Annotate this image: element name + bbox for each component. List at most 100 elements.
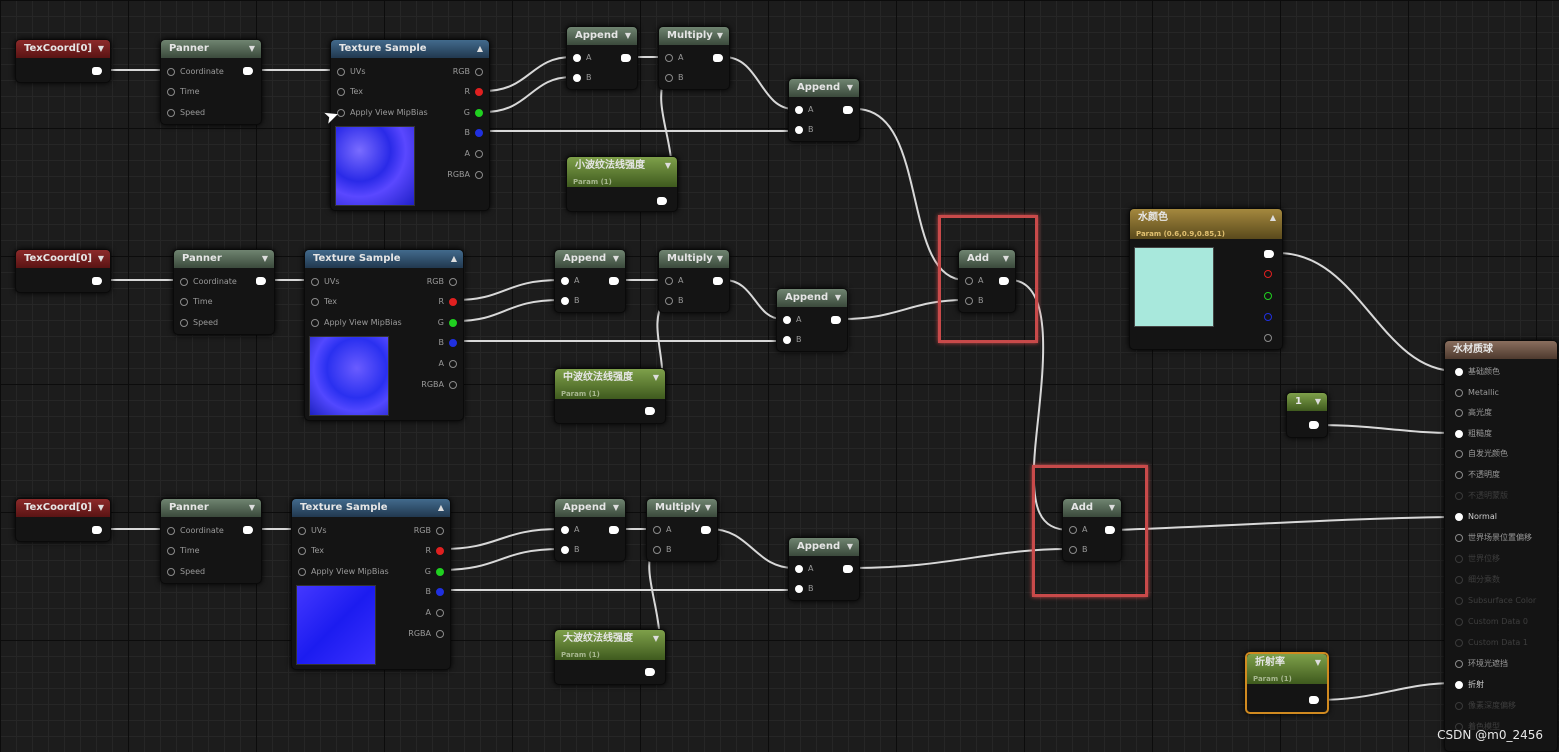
chevron-down-icon[interactable]: ▼: [1315, 393, 1321, 411]
pin-speed[interactable]: Speed: [180, 318, 218, 328]
pin-b[interactable]: B: [965, 296, 984, 306]
append-node-3b[interactable]: Append ▼ A B: [788, 537, 860, 601]
pin-b[interactable]: B: [653, 545, 672, 555]
pin-rgba[interactable]: RGBA: [421, 380, 457, 390]
pin-refraction[interactable]: 折射: [1455, 680, 1484, 690]
pin-time[interactable]: Time: [167, 546, 200, 556]
chevron-down-icon[interactable]: ▼: [705, 499, 711, 517]
chevron-down-icon[interactable]: ▼: [625, 27, 631, 45]
pin-tex[interactable]: Tex: [311, 297, 337, 307]
texcoord-node-2[interactable]: TexCoord[0] ▼: [15, 249, 111, 293]
output-pin[interactable]: [92, 67, 102, 75]
chevron-down-icon[interactable]: ▼: [717, 27, 723, 45]
pin-b[interactable]: B: [426, 587, 444, 597]
pin-a[interactable]: A: [561, 525, 579, 535]
output-pin[interactable]: [92, 277, 102, 285]
pin-speed[interactable]: Speed: [167, 108, 205, 118]
texture-sample-node-2[interactable]: Texture Sample ▲ UVs Tex Apply View MipBi…: [304, 249, 464, 421]
output-pin-a[interactable]: [1264, 333, 1277, 343]
pin-b[interactable]: B: [573, 73, 592, 83]
pin-uvs[interactable]: UVs: [311, 277, 340, 287]
collapse-arrow-icon[interactable]: ▲: [1270, 209, 1276, 227]
pin-opacity-mask[interactable]: 不透明蒙版: [1455, 491, 1508, 501]
pin-world-position-offset[interactable]: 世界场景位置偏移: [1455, 533, 1532, 543]
pin-custom-data-1[interactable]: Custom Data 1: [1455, 638, 1528, 648]
pin-uvs[interactable]: UVs: [337, 67, 366, 77]
output-pin[interactable]: [645, 668, 655, 676]
pin-normal[interactable]: Normal: [1455, 512, 1497, 522]
pin-base-color[interactable]: 基础颜色: [1455, 367, 1500, 377]
material-graph-canvas[interactable]: TexCoord[0] ▼ Panner ▼ Coordinate Time Spe…: [0, 0, 1559, 752]
pin-b[interactable]: B: [561, 545, 580, 555]
multiply-node-2[interactable]: Multiply ▼ A B: [658, 249, 730, 313]
texture-sample-node-1[interactable]: Texture Sample ▲ UVs Tex Apply View MipBi…: [330, 39, 490, 211]
pin-roughness[interactable]: 粗糙度: [1455, 429, 1492, 439]
output-pin[interactable]: [657, 197, 667, 205]
output-pin[interactable]: [843, 565, 853, 573]
texture-sample-node-3[interactable]: Texture Sample ▲ UVs Tex Apply View MipBi…: [291, 498, 451, 670]
material-output-node[interactable]: 水材质球 基础颜色 Metallic 高光度 粗糙度 自发光颜色 不透明度 不透…: [1444, 340, 1558, 752]
panner-node-2[interactable]: Panner ▼ Coordinate Time Speed: [173, 249, 275, 335]
pin-r[interactable]: R: [464, 87, 483, 97]
chevron-down-icon[interactable]: ▼: [653, 369, 659, 387]
multiply-node-1[interactable]: Multiply ▼ A B: [658, 26, 730, 90]
pin-a[interactable]: A: [573, 53, 591, 63]
pin-speed[interactable]: Speed: [167, 567, 205, 577]
param-large-ripple-normal-strength[interactable]: 大波纹法线强度 ▼ Param (1): [554, 629, 666, 685]
pin-b[interactable]: B: [1069, 545, 1088, 555]
pin-a[interactable]: A: [561, 276, 579, 286]
chevron-down-icon[interactable]: ▼: [98, 499, 104, 517]
append-node-3a[interactable]: Append ▼ A B: [554, 498, 626, 562]
output-pin-g[interactable]: [1264, 291, 1277, 301]
pin-tessellation-multiplier[interactable]: 细分乘数: [1455, 575, 1500, 585]
pin-b[interactable]: B: [795, 125, 814, 135]
param-small-ripple-normal-strength[interactable]: 小波纹法线强度 ▼ Param (1): [566, 156, 678, 212]
output-pin[interactable]: [243, 526, 253, 534]
pin-r[interactable]: R: [438, 297, 457, 307]
pin-emissive-color[interactable]: 自发光颜色: [1455, 449, 1508, 459]
pin-g[interactable]: G: [464, 108, 483, 118]
pin-b[interactable]: B: [783, 335, 802, 345]
pin-subsurface-color[interactable]: Subsurface Color: [1455, 596, 1536, 606]
pin-specular[interactable]: 高光度: [1455, 408, 1492, 418]
output-pin[interactable]: [621, 54, 631, 62]
chevron-down-icon[interactable]: ▼: [613, 250, 619, 268]
panner-node-3[interactable]: Panner ▼ Coordinate Time Speed: [160, 498, 262, 584]
pin-ambient-occlusion[interactable]: 环境光遮挡: [1455, 659, 1508, 669]
chevron-down-icon[interactable]: ▼: [835, 289, 841, 307]
pin-time[interactable]: Time: [167, 87, 200, 97]
pin-g[interactable]: G: [438, 318, 457, 328]
output-pin[interactable]: [1309, 696, 1319, 704]
chevron-down-icon[interactable]: ▼: [262, 250, 268, 268]
chevron-down-icon[interactable]: ▼: [249, 499, 255, 517]
constant-node[interactable]: 1 ▼: [1286, 392, 1328, 438]
pin-coordinate[interactable]: Coordinate: [167, 526, 224, 536]
output-pin[interactable]: [1105, 526, 1115, 534]
pin-a[interactable]: A: [653, 525, 671, 535]
collapse-arrow-icon[interactable]: ▲: [438, 499, 444, 517]
pin-world-displacement[interactable]: 世界位移: [1455, 554, 1500, 564]
pin-apply-view-mipbias[interactable]: Apply View MipBias: [298, 567, 389, 577]
pin-a[interactable]: A: [439, 359, 457, 369]
append-node-2a[interactable]: Append ▼ A B: [554, 249, 626, 313]
pin-opacity[interactable]: 不透明度: [1455, 470, 1500, 480]
chevron-down-icon[interactable]: ▼: [1003, 250, 1009, 268]
output-pin-rgb[interactable]: [1264, 250, 1274, 258]
pin-a[interactable]: A: [465, 149, 483, 159]
pin-g[interactable]: G: [425, 567, 444, 577]
output-pin-b[interactable]: [1264, 312, 1277, 322]
chevron-down-icon[interactable]: ▼: [1315, 654, 1321, 672]
pin-rgb[interactable]: RGB: [427, 277, 457, 287]
pin-time[interactable]: Time: [180, 297, 213, 307]
pin-rgb[interactable]: RGB: [414, 526, 444, 536]
pin-uvs[interactable]: UVs: [298, 526, 327, 536]
texcoord-node-3[interactable]: TexCoord[0] ▼: [15, 498, 111, 542]
append-node-1a[interactable]: Append ▼ A B: [566, 26, 638, 90]
chevron-down-icon[interactable]: ▼: [98, 40, 104, 58]
pin-a[interactable]: A: [795, 564, 813, 574]
chevron-down-icon[interactable]: ▼: [847, 79, 853, 97]
add-node-2[interactable]: Add ▼ A B: [1062, 498, 1122, 562]
pin-a[interactable]: A: [665, 276, 683, 286]
pin-b[interactable]: B: [561, 296, 580, 306]
param-medium-ripple-normal-strength[interactable]: 中波纹法线强度 ▼ Param (1): [554, 368, 666, 424]
